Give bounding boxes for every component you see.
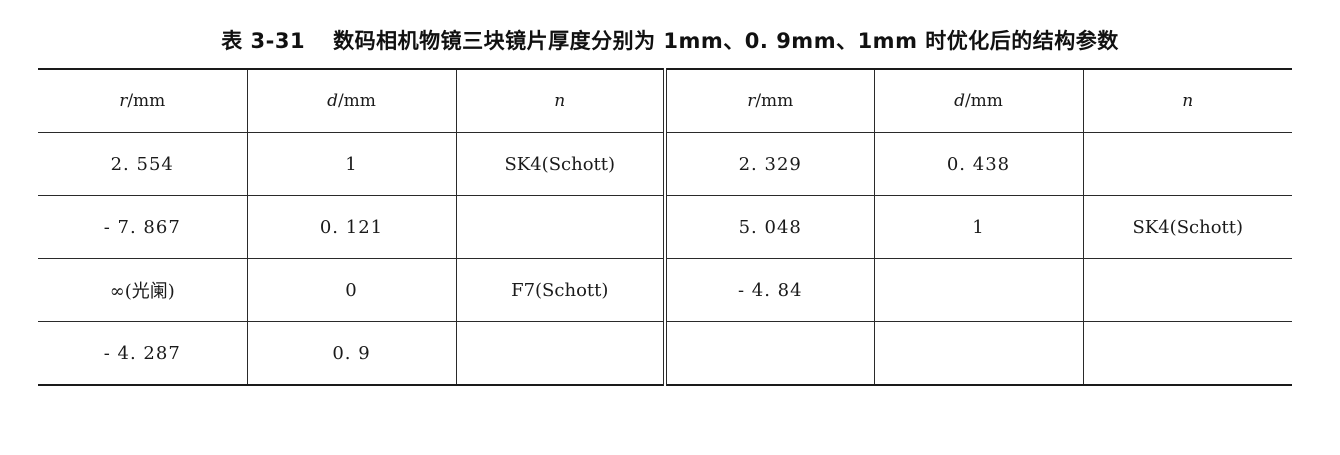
table-cell: - 4. 287 <box>38 321 248 386</box>
table-cell <box>664 321 875 386</box>
table-cell: - 4. 84 <box>664 258 875 322</box>
table-cell: 1 <box>873 195 1084 259</box>
table-row: 2. 554 1 SK4(Schott) 2. 329 0. 438 <box>38 132 1292 196</box>
header-d-2: d/mm <box>873 68 1084 133</box>
header-n-2-var: n <box>1182 91 1194 111</box>
table-row: ∞(光阑) 0 F7(Schott) - 4. 84 <box>38 258 1292 322</box>
table-row: - 7. 867 0. 121 5. 048 1 SK4(Schott) <box>38 195 1292 259</box>
table-cell: F7(Schott) <box>455 258 667 322</box>
table-cell: 1 <box>246 132 457 196</box>
table-cell: 0. 121 <box>246 195 457 259</box>
table-cell <box>455 195 667 259</box>
structure-parameters-table: r/mm d/mm n r/mm d/mm n 2. 554 1 SK4(Sch… <box>38 68 1292 386</box>
header-d-1: d/mm <box>246 68 457 133</box>
table-cell: 2. 329 <box>664 132 875 196</box>
table-cell: SK4(Schott) <box>1082 195 1292 259</box>
header-n-1: n <box>455 68 667 133</box>
table-cell <box>873 258 1084 322</box>
table-row: - 4. 287 0. 9 <box>38 321 1292 386</box>
header-n-2: n <box>1082 68 1292 133</box>
header-r-1-unit: /mm <box>127 91 166 111</box>
table-cell: 0. 9 <box>246 321 457 386</box>
header-r-2: r/mm <box>664 68 875 133</box>
header-d-1-var: d <box>327 91 338 111</box>
header-row: r/mm d/mm n r/mm d/mm n <box>38 68 1292 133</box>
header-n-1-var: n <box>554 91 566 111</box>
header-r-2-unit: /mm <box>755 91 794 111</box>
table-cell: 0 <box>246 258 457 322</box>
header-r-1: r/mm <box>38 68 248 133</box>
header-d-2-unit: /mm <box>964 91 1003 111</box>
table-title: 数码相机物镜三块镜片厚度分别为 1mm、0. 9mm、1mm 时优化后的结构参数 <box>333 29 1119 53</box>
table-cell: - 7. 867 <box>38 195 248 259</box>
header-d-2-var: d <box>954 91 965 111</box>
table-cell <box>1082 258 1292 322</box>
table-cell <box>455 321 667 386</box>
table-cell <box>873 321 1084 386</box>
table-cell: ∞(光阑) <box>38 258 248 322</box>
header-d-1-unit: /mm <box>337 91 376 111</box>
table-cell <box>1082 321 1292 386</box>
table-caption: 表 3-31 数码相机物镜三块镜片厚度分别为 1mm、0. 9mm、1mm 时优化… <box>0 25 1340 55</box>
table-cell: 2. 554 <box>38 132 248 196</box>
table-cell: 5. 048 <box>664 195 875 259</box>
table-cell: 0. 438 <box>873 132 1084 196</box>
table-cell: SK4(Schott) <box>455 132 667 196</box>
table-cell <box>1082 132 1292 196</box>
table-number: 表 3-31 <box>221 29 306 53</box>
